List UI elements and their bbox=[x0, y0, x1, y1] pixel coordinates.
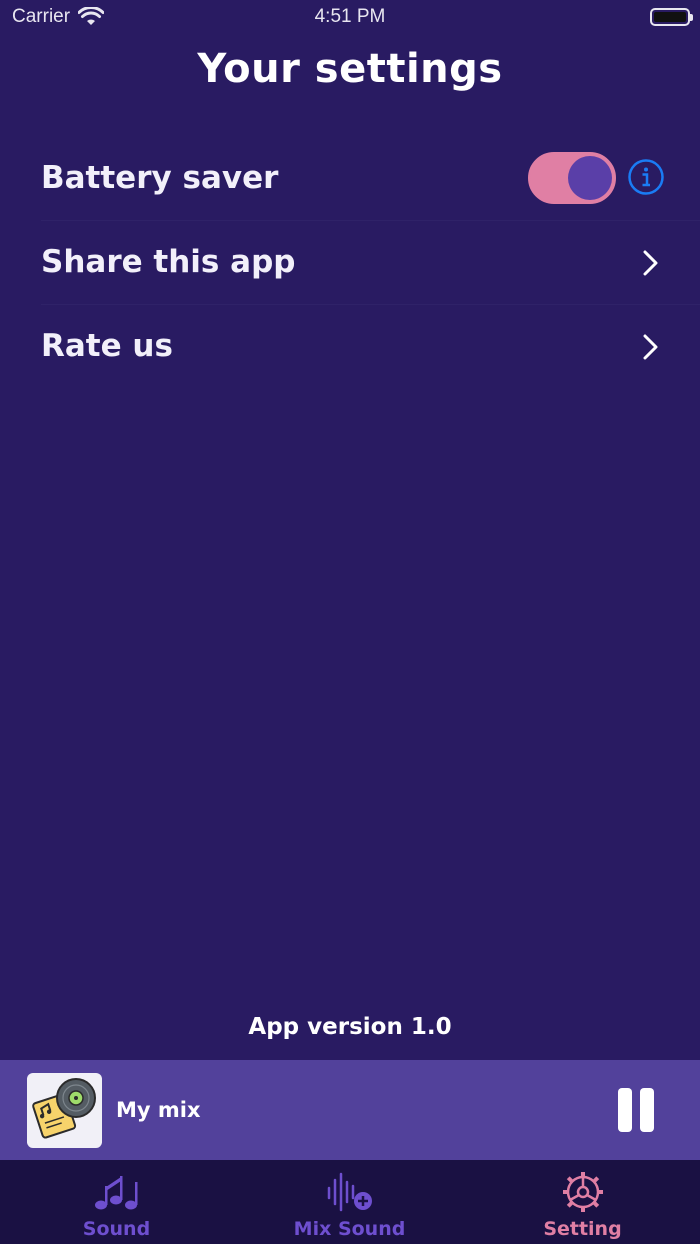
pause-button[interactable] bbox=[616, 1088, 656, 1132]
pause-bar-right bbox=[640, 1088, 654, 1132]
tab-sound-label: Sound bbox=[82, 1218, 151, 1240]
battery-saver-toggle[interactable] bbox=[528, 152, 616, 204]
battery-icon bbox=[650, 8, 693, 26]
gear-icon bbox=[562, 1172, 603, 1212]
chevron-right-icon bbox=[643, 250, 658, 276]
page-title: Your settings bbox=[197, 46, 503, 92]
vinyl-record-icon bbox=[32, 1078, 96, 1139]
waveform-add-icon bbox=[327, 1172, 372, 1212]
status-time: 4:51 PM bbox=[314, 6, 386, 27]
rate-us-label: Rate us bbox=[41, 328, 173, 364]
status-bar: Carrier 4:51 PM bbox=[0, 0, 700, 36]
rate-us-row[interactable]: Rate us bbox=[0, 304, 700, 388]
tab-setting[interactable]: Setting bbox=[466, 1160, 699, 1244]
tab-mix-sound-label: Mix Sound bbox=[293, 1218, 406, 1240]
info-icon[interactable] bbox=[627, 158, 665, 196]
music-notes-icon bbox=[94, 1176, 137, 1210]
battery-saver-label: Battery saver bbox=[41, 160, 279, 196]
toggle-knob bbox=[568, 156, 612, 200]
tab-mix-sound[interactable]: Mix Sound bbox=[233, 1160, 466, 1244]
share-app-label: Share this app bbox=[41, 244, 296, 280]
chevron-right-icon bbox=[643, 334, 658, 360]
app-version-label: App version 1.0 bbox=[248, 1014, 452, 1040]
battery-saver-row: Battery saver bbox=[0, 136, 700, 220]
tab-setting-label: Setting bbox=[543, 1218, 622, 1240]
settings-list: Battery saver Share this app Rate us bbox=[0, 136, 700, 388]
pause-bar-left bbox=[618, 1088, 632, 1132]
tab-sound[interactable]: Sound bbox=[0, 1160, 233, 1244]
track-title: My mix bbox=[116, 1098, 201, 1122]
album-art bbox=[27, 1073, 102, 1148]
tab-bar: Sound Mix Sound Setting bbox=[0, 1160, 700, 1244]
share-app-row[interactable]: Share this app bbox=[0, 220, 700, 304]
mini-player[interactable]: My mix bbox=[0, 1060, 700, 1160]
